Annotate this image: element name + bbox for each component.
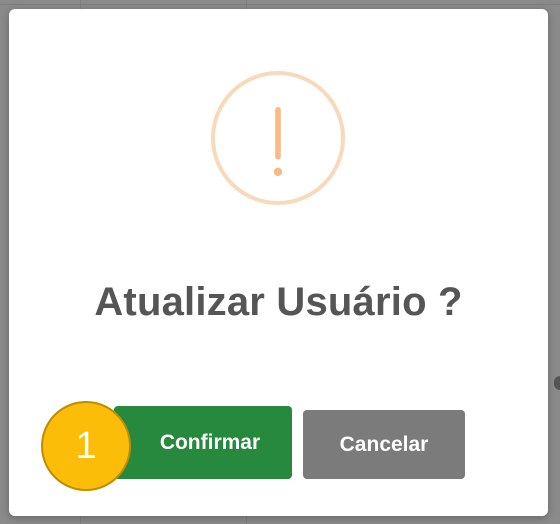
cancel-button[interactable]: Cancelar	[303, 410, 465, 479]
warning-exclamation-icon	[211, 71, 345, 205]
confirm-button[interactable]: Confirmar	[114, 406, 292, 479]
background-partial-element	[554, 376, 560, 390]
dialog-title: Atualizar Usuário ?	[94, 280, 463, 324]
step-number-badge: 1	[41, 401, 131, 491]
background-grid-line	[0, 4, 560, 5]
